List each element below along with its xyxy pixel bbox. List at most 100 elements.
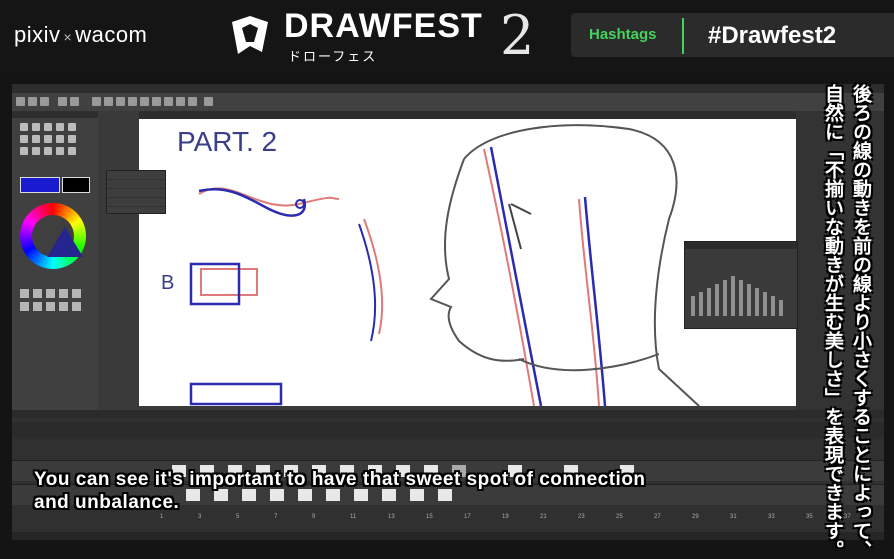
line-tool-icon[interactable]	[32, 123, 40, 131]
timeline-tabs[interactable]	[12, 430, 884, 438]
tool-panel-header	[12, 111, 98, 118]
light-table-bar	[715, 284, 719, 316]
wand-tool-icon[interactable]	[32, 135, 40, 143]
ruler-icon[interactable]	[188, 97, 197, 106]
tool-grid	[20, 123, 90, 169]
move-tool-icon[interactable]	[20, 123, 28, 131]
rect-tool-icon[interactable]	[44, 123, 52, 131]
prop-row[interactable]	[12, 366, 98, 373]
command-bar	[12, 93, 884, 111]
popup-row[interactable]	[107, 171, 165, 180]
fill-tool-icon[interactable]	[32, 147, 40, 155]
text-tool-icon[interactable]	[68, 147, 76, 155]
layer-option-popup	[106, 170, 166, 214]
ellipse-tool-icon[interactable]	[56, 123, 64, 131]
frame-number: 15	[426, 514, 433, 520]
light-table-row[interactable]	[685, 258, 797, 267]
color-wheel-center	[32, 215, 83, 257]
label-b: B	[161, 272, 174, 294]
transform-icon[interactable]	[140, 97, 149, 106]
help-icon[interactable]	[204, 97, 213, 106]
eraser-tool-icon[interactable]	[56, 147, 64, 155]
hashtag-divider	[682, 18, 684, 54]
wacom-logo-text: wacom	[75, 22, 148, 47]
light-table-row[interactable]	[685, 249, 797, 258]
status-bar	[12, 532, 884, 540]
frame-number: 11	[350, 514, 357, 520]
hashtags-label: Hashtags	[589, 26, 657, 43]
copy-icon[interactable]	[116, 97, 125, 106]
menu-bar[interactable]	[12, 84, 884, 93]
type-icon[interactable]	[59, 302, 68, 311]
subtitle-line-2: and unbalance.	[34, 492, 180, 513]
popup-row[interactable]	[107, 189, 165, 198]
lasso-tool-icon[interactable]	[20, 135, 28, 143]
popup-row[interactable]	[107, 180, 165, 189]
frame-number: 35	[806, 514, 813, 520]
main-color-swatch[interactable]	[20, 177, 60, 193]
popup-row[interactable]	[107, 198, 165, 207]
light-table-bar	[747, 284, 751, 316]
color-wheel[interactable]	[20, 203, 86, 269]
cut-icon[interactable]	[104, 97, 113, 106]
color-triangle[interactable]	[47, 227, 83, 257]
prop-row[interactable]	[12, 359, 98, 366]
deselect-icon[interactable]	[164, 97, 173, 106]
paste-icon[interactable]	[128, 97, 137, 106]
crop-tool-icon[interactable]	[20, 147, 28, 155]
pen-tool-icon[interactable]	[68, 123, 76, 131]
light-table-bar	[699, 292, 703, 316]
undo-icon[interactable]	[58, 97, 67, 106]
hand-tool-icon[interactable]	[44, 135, 52, 143]
sub-tool-grid	[20, 289, 90, 323]
stream-banner: pixiv × wacom DRAWFEST ドローフェス 2 Hashtags #…	[0, 0, 894, 70]
frame-number: 33	[768, 514, 775, 520]
light-table-bar	[707, 288, 711, 316]
document-tabs[interactable]	[139, 111, 796, 119]
clear-icon[interactable]	[92, 97, 101, 106]
save-icon[interactable]	[40, 97, 49, 106]
hashtag-text: #Drawfest2	[708, 22, 837, 49]
pixiv-logo-text: pixiv	[14, 22, 61, 47]
stamp-icon[interactable]	[72, 302, 81, 311]
prop-row[interactable]	[12, 331, 98, 338]
brush-tool-icon[interactable]	[44, 147, 52, 155]
zoom-icon[interactable]	[176, 97, 185, 106]
frame-number: 25	[616, 514, 623, 520]
light-table-bar	[691, 296, 695, 316]
frame-number: 5	[236, 514, 240, 520]
playback-controls[interactable]	[12, 410, 884, 418]
canvas-heading: PART. 2	[177, 126, 277, 157]
video-subtitle: You can see it's important to have that …	[34, 468, 794, 514]
eraser-icon[interactable]	[46, 302, 55, 311]
sub-color-swatch[interactable]	[62, 177, 90, 193]
jp-caption-col1: 後ろの線の動きを前の線より小さくすることによって、	[850, 84, 871, 559]
frame-number: 3	[198, 514, 202, 520]
brush-icon[interactable]	[46, 289, 55, 298]
timeline-header	[12, 422, 884, 430]
smudge-icon[interactable]	[33, 302, 42, 311]
tool-properties	[12, 331, 98, 373]
new-file-icon[interactable]	[16, 97, 25, 106]
prop-row[interactable]	[12, 345, 98, 352]
light-table-bar	[763, 292, 767, 316]
open-file-icon[interactable]	[28, 97, 37, 106]
pencil-icon[interactable]	[20, 289, 29, 298]
light-table-bar	[739, 280, 743, 316]
light-table-bar	[723, 280, 727, 316]
frame-number: 1	[160, 514, 164, 520]
redo-icon[interactable]	[70, 97, 79, 106]
blur-icon[interactable]	[20, 302, 29, 311]
frame-number: 7	[274, 514, 278, 520]
watercolor-icon[interactable]	[72, 289, 81, 298]
select-icon[interactable]	[152, 97, 161, 106]
marker-icon[interactable]	[33, 289, 42, 298]
airbrush-icon[interactable]	[59, 289, 68, 298]
sponsor-logo: pixiv × wacom	[14, 22, 147, 48]
prop-row[interactable]	[12, 352, 98, 359]
frame-number: 21	[540, 514, 547, 520]
eyedropper-icon[interactable]	[56, 135, 64, 143]
frame-numbers: 1 3 5 7 9 11 13 15 17 19 21 23 25 27 29 …	[160, 514, 880, 522]
rotate-tool-icon[interactable]	[68, 135, 76, 143]
prop-row[interactable]	[12, 338, 98, 345]
